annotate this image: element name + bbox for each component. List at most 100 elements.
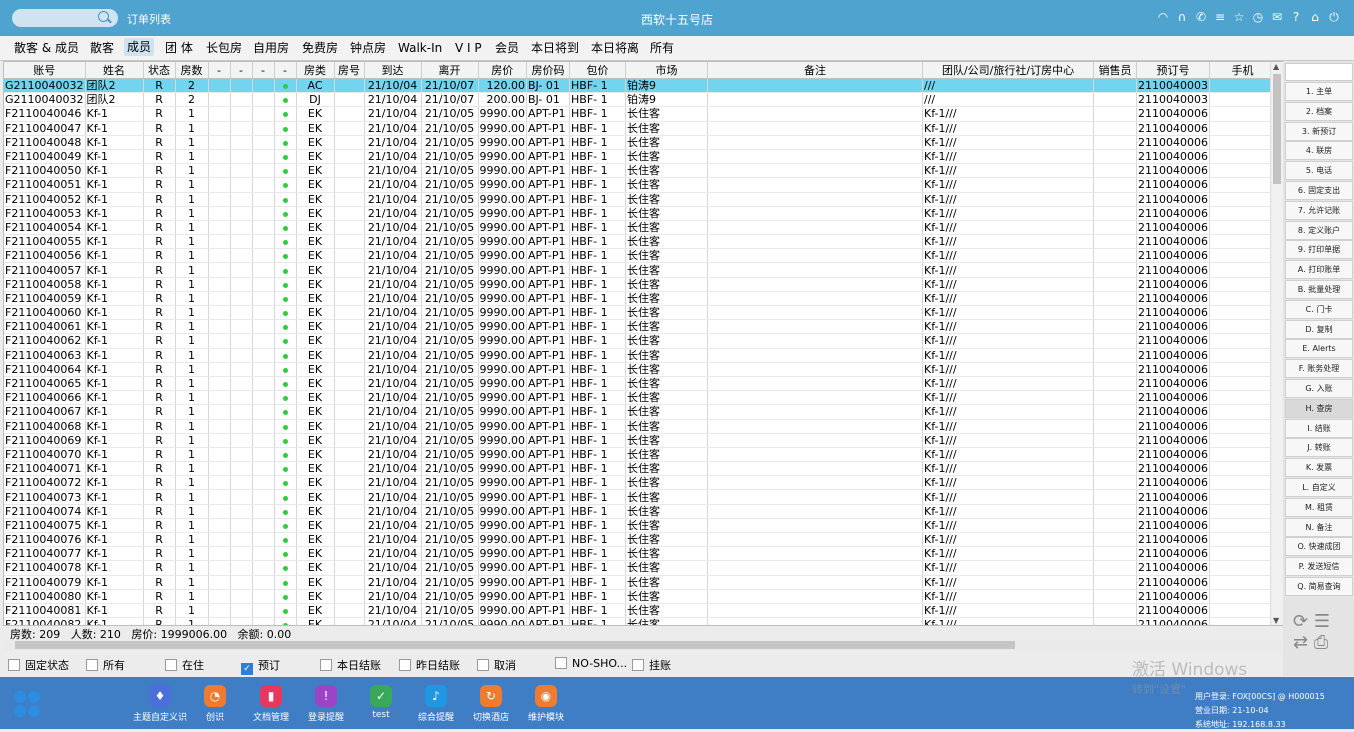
- action-button-19[interactable]: K. 发票: [1285, 458, 1353, 478]
- column-header-20[interactable]: 手机: [1209, 62, 1277, 79]
- action-button-8[interactable]: 9. 打印单据: [1285, 240, 1353, 260]
- action-button-20[interactable]: L. 自定义: [1285, 478, 1353, 497]
- refresh-icon[interactable]: ⟳: [1293, 611, 1308, 632]
- hscroll-thumb[interactable]: [15, 641, 1015, 649]
- unchecked-box-icon[interactable]: [399, 659, 411, 671]
- action-button-22[interactable]: N. 备注: [1285, 517, 1353, 537]
- table-row[interactable]: F2110040050 Kf-1 R 1 EK 21/10/04 21/10/05 9990.…: [4, 163, 1277, 179]
- table-row[interactable]: F2110040058 Kf-1 R 1 EK 21/10/04 21/10/05 9990.…: [4, 277, 1277, 292]
- export-icon[interactable]: ⇄: [1293, 632, 1308, 653]
- column-header-0[interactable]: 账号: [4, 62, 86, 79]
- table-row[interactable]: F2110040049 Kf-1 R 1 EK 21/10/04 21/10/05 9990.…: [4, 149, 1277, 165]
- table-row[interactable]: G2110040032 团队2 R 2 AC 21/10/04 21/10/07 120.00…: [4, 78, 1277, 94]
- table-row[interactable]: F2110040080 Kf-1 R 1 EK 21/10/04 21/10/05 9990.…: [4, 589, 1277, 604]
- action-button-1[interactable]: 2. 档案: [1285, 101, 1353, 121]
- action-button-12[interactable]: D. 复制: [1285, 319, 1353, 339]
- table-row[interactable]: F2110040076 Kf-1 R 1 EK 21/10/04 21/10/05 9990.…: [4, 532, 1277, 548]
- table-row[interactable]: F2110040078 Kf-1 R 1 EK 21/10/04 21/10/05 9990.…: [4, 560, 1277, 576]
- column-header-3[interactable]: 房数: [175, 62, 209, 79]
- table-row[interactable]: F2110040075 Kf-1 R 1 EK 21/10/04 21/10/05 9990.…: [4, 518, 1277, 534]
- grid-vertical-scrollbar[interactable]: ▲ ▼: [1270, 62, 1283, 625]
- tab-11[interactable]: 本日将到: [531, 40, 579, 58]
- table-row[interactable]: F2110040067 Kf-1 R 1 EK 21/10/04 21/10/05 9990.…: [4, 404, 1277, 420]
- tab-4[interactable]: 长包房: [206, 40, 242, 58]
- tab-6[interactable]: 免费房: [302, 40, 338, 58]
- action-button-5[interactable]: 6. 固定支出: [1285, 181, 1353, 200]
- action-button-4[interactable]: 5. 电话: [1285, 161, 1353, 181]
- table-row[interactable]: F2110040077 Kf-1 R 1 EK 21/10/04 21/10/05 9990.…: [4, 546, 1277, 562]
- action-button-0[interactable]: 1. 主单: [1285, 82, 1353, 101]
- filter-checkbox-8[interactable]: 挂账: [632, 657, 671, 673]
- tab-0[interactable]: 散客 & 成员: [14, 40, 79, 58]
- column-header-9[interactable]: 房号: [334, 62, 365, 79]
- column-header-4[interactable]: -: [208, 62, 231, 79]
- action-button-17[interactable]: I. 结账: [1285, 418, 1353, 438]
- scroll-down-icon[interactable]: ▼: [1273, 616, 1279, 625]
- filter-checkbox-3[interactable]: ✓ 预订: [241, 657, 280, 675]
- wifi-icon[interactable]: ◠: [1157, 10, 1169, 24]
- clock-icon[interactable]: ◷: [1252, 10, 1264, 24]
- column-header-14[interactable]: 包价: [569, 62, 627, 79]
- table-row[interactable]: F2110040068 Kf-1 R 1 EK 21/10/04 21/10/05 9990.…: [4, 419, 1277, 434]
- column-header-10[interactable]: 到达: [364, 62, 422, 79]
- unchecked-box-icon[interactable]: [165, 659, 177, 671]
- table-row[interactable]: F2110040056 Kf-1 R 1 EK 21/10/04 21/10/05 9990.…: [4, 248, 1277, 264]
- tab-9[interactable]: V I P: [455, 40, 482, 58]
- tab-2[interactable]: 成员: [124, 38, 155, 56]
- table-row[interactable]: F2110040062 Kf-1 R 1 EK 21/10/04 21/10/05 9990.…: [4, 333, 1277, 349]
- action-button-9[interactable]: A. 打印账单: [1285, 260, 1353, 280]
- scroll-up-icon[interactable]: ▲: [1273, 62, 1279, 71]
- action-button-6[interactable]: 7. 允许记账: [1285, 200, 1353, 220]
- table-row[interactable]: F2110040079 Kf-1 R 1 EK 21/10/04 21/10/05 9990.…: [4, 575, 1277, 590]
- tab-1[interactable]: 散客: [90, 40, 114, 58]
- filter-checkbox-1[interactable]: 所有: [86, 657, 125, 673]
- action-button-25[interactable]: Q. 简易查询: [1285, 577, 1353, 596]
- table-row[interactable]: F2110040053 Kf-1 R 1 EK 21/10/04 21/10/05 9990.…: [4, 206, 1277, 221]
- table-row[interactable]: F2110040055 Kf-1 R 1 EK 21/10/04 21/10/05 9990.…: [4, 234, 1277, 250]
- action-button-16[interactable]: H. 查房: [1285, 398, 1353, 418]
- action-button-2[interactable]: 3. 新预订: [1285, 121, 1353, 141]
- unchecked-box-icon[interactable]: [8, 659, 20, 671]
- table-row[interactable]: F2110040074 Kf-1 R 1 EK 21/10/04 21/10/05 9990.…: [4, 504, 1277, 519]
- table-row[interactable]: F2110040057 Kf-1 R 1 EK 21/10/04 21/10/05 9990.…: [4, 262, 1277, 278]
- table-row[interactable]: F2110040073 Kf-1 R 1 EK 21/10/04 21/10/05 9990.…: [4, 489, 1277, 505]
- power-icon[interactable]: ⏻: [1328, 10, 1340, 24]
- unchecked-box-icon[interactable]: [477, 659, 489, 671]
- filter-checkbox-5[interactable]: 昨日结账: [399, 657, 460, 673]
- list-icon[interactable]: ☰: [1314, 611, 1330, 632]
- checked-box-icon[interactable]: ✓: [241, 663, 253, 675]
- home-icon[interactable]: ⌂: [1309, 10, 1321, 24]
- column-header-19[interactable]: 预订号: [1136, 62, 1211, 79]
- column-header-6[interactable]: -: [252, 62, 275, 79]
- table-row[interactable]: F2110040048 Kf-1 R 1 EK 21/10/04 21/10/05 9990.…: [4, 135, 1277, 150]
- unchecked-box-icon[interactable]: [555, 657, 567, 669]
- action-button-11[interactable]: C. 门卡: [1285, 299, 1353, 319]
- table-row[interactable]: F2110040054 Kf-1 R 1 EK 21/10/04 21/10/05 9990.…: [4, 220, 1277, 236]
- grid-horizontal-scrollbar[interactable]: [3, 640, 1282, 650]
- column-header-8[interactable]: 房类: [296, 62, 335, 79]
- table-row[interactable]: G2110040032 团队2 R 2 DJ 21/10/04 21/10/07 200.00…: [4, 92, 1277, 108]
- table-row[interactable]: F2110040065 Kf-1 R 1 EK 21/10/04 21/10/05 9990.…: [4, 376, 1277, 392]
- table-row[interactable]: F2110040051 Kf-1 R 1 EK 21/10/04 21/10/05 9990.…: [4, 177, 1277, 193]
- app-logo-icon[interactable]: [14, 691, 44, 721]
- action-button-21[interactable]: M. 租赁: [1285, 497, 1353, 517]
- filter-checkbox-7[interactable]: NO-SHO...: [555, 657, 627, 670]
- action-search-input[interactable]: [1285, 63, 1353, 81]
- column-header-1[interactable]: 姓名: [85, 62, 144, 79]
- table-row[interactable]: F2110040069 Kf-1 R 1 EK 21/10/04 21/10/05 9990.…: [4, 433, 1277, 448]
- unchecked-box-icon[interactable]: [632, 659, 644, 671]
- taskbar-module-7[interactable]: ◉ 维护模块: [511, 685, 581, 723]
- column-header-18[interactable]: 销售员: [1093, 62, 1138, 79]
- column-header-5[interactable]: -: [230, 62, 253, 79]
- column-header-7[interactable]: -: [274, 62, 297, 79]
- table-row[interactable]: F2110040060 Kf-1 R 1 EK 21/10/04 21/10/05 9990.…: [4, 305, 1277, 321]
- action-button-10[interactable]: B. 批量处理: [1285, 280, 1353, 299]
- table-row[interactable]: F2110040081 Kf-1 R 1 EK 21/10/04 21/10/05 9990.…: [4, 603, 1277, 619]
- unchecked-box-icon[interactable]: [86, 659, 98, 671]
- unchecked-box-icon[interactable]: [320, 659, 332, 671]
- filter-checkbox-0[interactable]: 固定状态: [8, 657, 69, 673]
- column-header-11[interactable]: 离开: [421, 62, 479, 79]
- action-button-24[interactable]: P. 发送短信: [1285, 557, 1353, 577]
- mail-icon[interactable]: ✉: [1271, 10, 1283, 24]
- help-icon[interactable]: ?: [1290, 10, 1302, 24]
